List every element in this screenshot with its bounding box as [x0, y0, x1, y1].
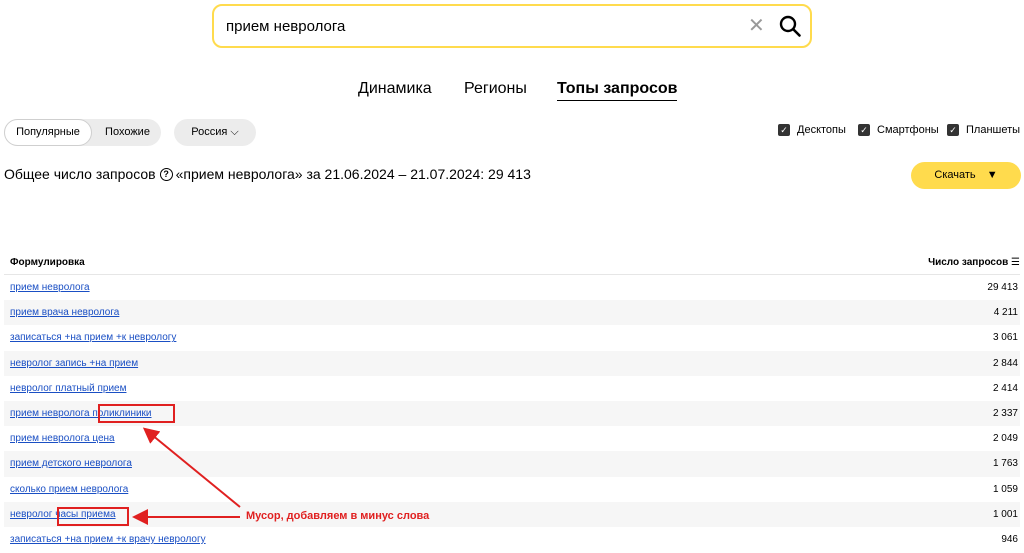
summary-text: «прием невролога» за 21.06.2024 – 21.07.…	[175, 166, 531, 182]
download-label: Скачать	[934, 169, 976, 181]
table-row: записаться +на прием +к неврологу 3 061	[4, 325, 1020, 350]
similar-toggle[interactable]: Похожие	[94, 119, 161, 146]
mode-switch: Популярные Похожие	[4, 119, 161, 146]
query-count: 2 414	[992, 382, 1018, 394]
query-count: 2 049	[992, 433, 1018, 445]
tab-regions[interactable]: Регионы	[464, 80, 527, 98]
smartphone-checkbox[interactable]: ✓ Смартфоны	[858, 124, 939, 136]
tablet-label: Планшеты	[966, 124, 1021, 136]
column-query: Формулировка	[10, 257, 85, 268]
query-count: 1 763	[992, 458, 1018, 470]
question-icon[interactable]: ?	[159, 167, 173, 181]
search-icon[interactable]	[778, 14, 802, 38]
region-select[interactable]: Россия ⌵	[174, 119, 256, 146]
search-box[interactable]: прием невролога ✕	[212, 4, 812, 48]
tabs: Динамика Регионы Топы запросов	[0, 80, 1024, 104]
query-link[interactable]: прием врача невролога	[10, 307, 119, 318]
table-row: невролог часы приема 1 001	[4, 501, 1020, 527]
query-count: 3 061	[992, 332, 1018, 344]
total-summary: Общее число запросов ? «прием невролога»…	[4, 166, 531, 182]
query-link[interactable]: прием невролога	[10, 282, 90, 293]
download-button[interactable]: Скачать ▼	[911, 162, 1021, 189]
highlight-box	[57, 507, 129, 526]
query-link[interactable]: прием детского невролога	[10, 458, 132, 469]
table-row: прием детского невролога 1 763	[4, 451, 1020, 477]
query-link[interactable]: невролог запись +на прием	[10, 358, 138, 369]
table-header: Формулировка Число запросов ☰	[4, 248, 1020, 275]
chevron-down-icon: ▼	[986, 169, 998, 181]
queries-table: Формулировка Число запросов ☰ прием невр…	[4, 248, 1020, 552]
query-count: 29 413	[987, 282, 1018, 293]
query-link[interactable]: записаться +на прием +к неврологу	[10, 332, 176, 343]
table-row: невролог платный прием 2 414	[4, 376, 1020, 401]
query-count: 2 844	[992, 357, 1018, 369]
search-input[interactable]: прием невролога	[226, 18, 345, 35]
region-label: Россия	[191, 126, 228, 138]
table-row: прием врача невролога 4 211	[4, 300, 1020, 326]
sort-icon[interactable]: ☰	[1011, 257, 1020, 268]
query-count: 4 211	[993, 307, 1018, 319]
summary-prefix: Общее число запросов	[4, 166, 156, 182]
column-count[interactable]: Число запросов ☰	[928, 257, 1020, 268]
table-row: прием невролога 29 413	[4, 275, 1020, 300]
tab-top-queries[interactable]: Топы запросов	[557, 80, 678, 101]
query-count: 1 001	[992, 508, 1018, 520]
desktop-checkbox[interactable]: ✓ Десктопы	[778, 124, 846, 136]
desktop-label: Десктопы	[797, 124, 846, 136]
chevron-down-icon: ⌵	[230, 126, 239, 138]
query-count: 946	[1001, 533, 1018, 545]
column-count-label: Число запросов	[928, 257, 1009, 268]
tablet-checkbox[interactable]: ✓ Планшеты	[947, 124, 1020, 136]
highlight-box	[98, 404, 175, 423]
checkmark-icon: ✓	[947, 124, 959, 136]
query-link[interactable]: записаться +на прием +к врачу неврологу	[10, 534, 206, 545]
table-row: записаться +на прием +к врачу неврологу 9…	[4, 527, 1020, 552]
tab-dynamics[interactable]: Динамика	[358, 80, 432, 98]
query-link[interactable]: невролог платный прием	[10, 383, 126, 394]
smartphone-label: Смартфоны	[877, 124, 939, 136]
table-row: сколько прием невролога 1 059	[4, 477, 1020, 502]
clear-icon[interactable]: ✕	[748, 15, 765, 37]
table-row: прием невролога цена 2 049	[4, 426, 1020, 451]
query-link[interactable]: сколько прием невролога	[10, 484, 128, 495]
query-count: 2 337	[992, 407, 1018, 419]
checkmark-icon: ✓	[778, 124, 790, 136]
checkmark-icon: ✓	[858, 124, 870, 136]
query-count: 1 059	[992, 483, 1018, 495]
annotation-note: Мусор, добавляем в минус слова	[246, 510, 430, 522]
popular-toggle[interactable]: Популярные	[4, 119, 92, 146]
table-row: невролог запись +на прием 2 844	[4, 350, 1020, 376]
query-link[interactable]: прием невролога цена	[10, 433, 115, 444]
